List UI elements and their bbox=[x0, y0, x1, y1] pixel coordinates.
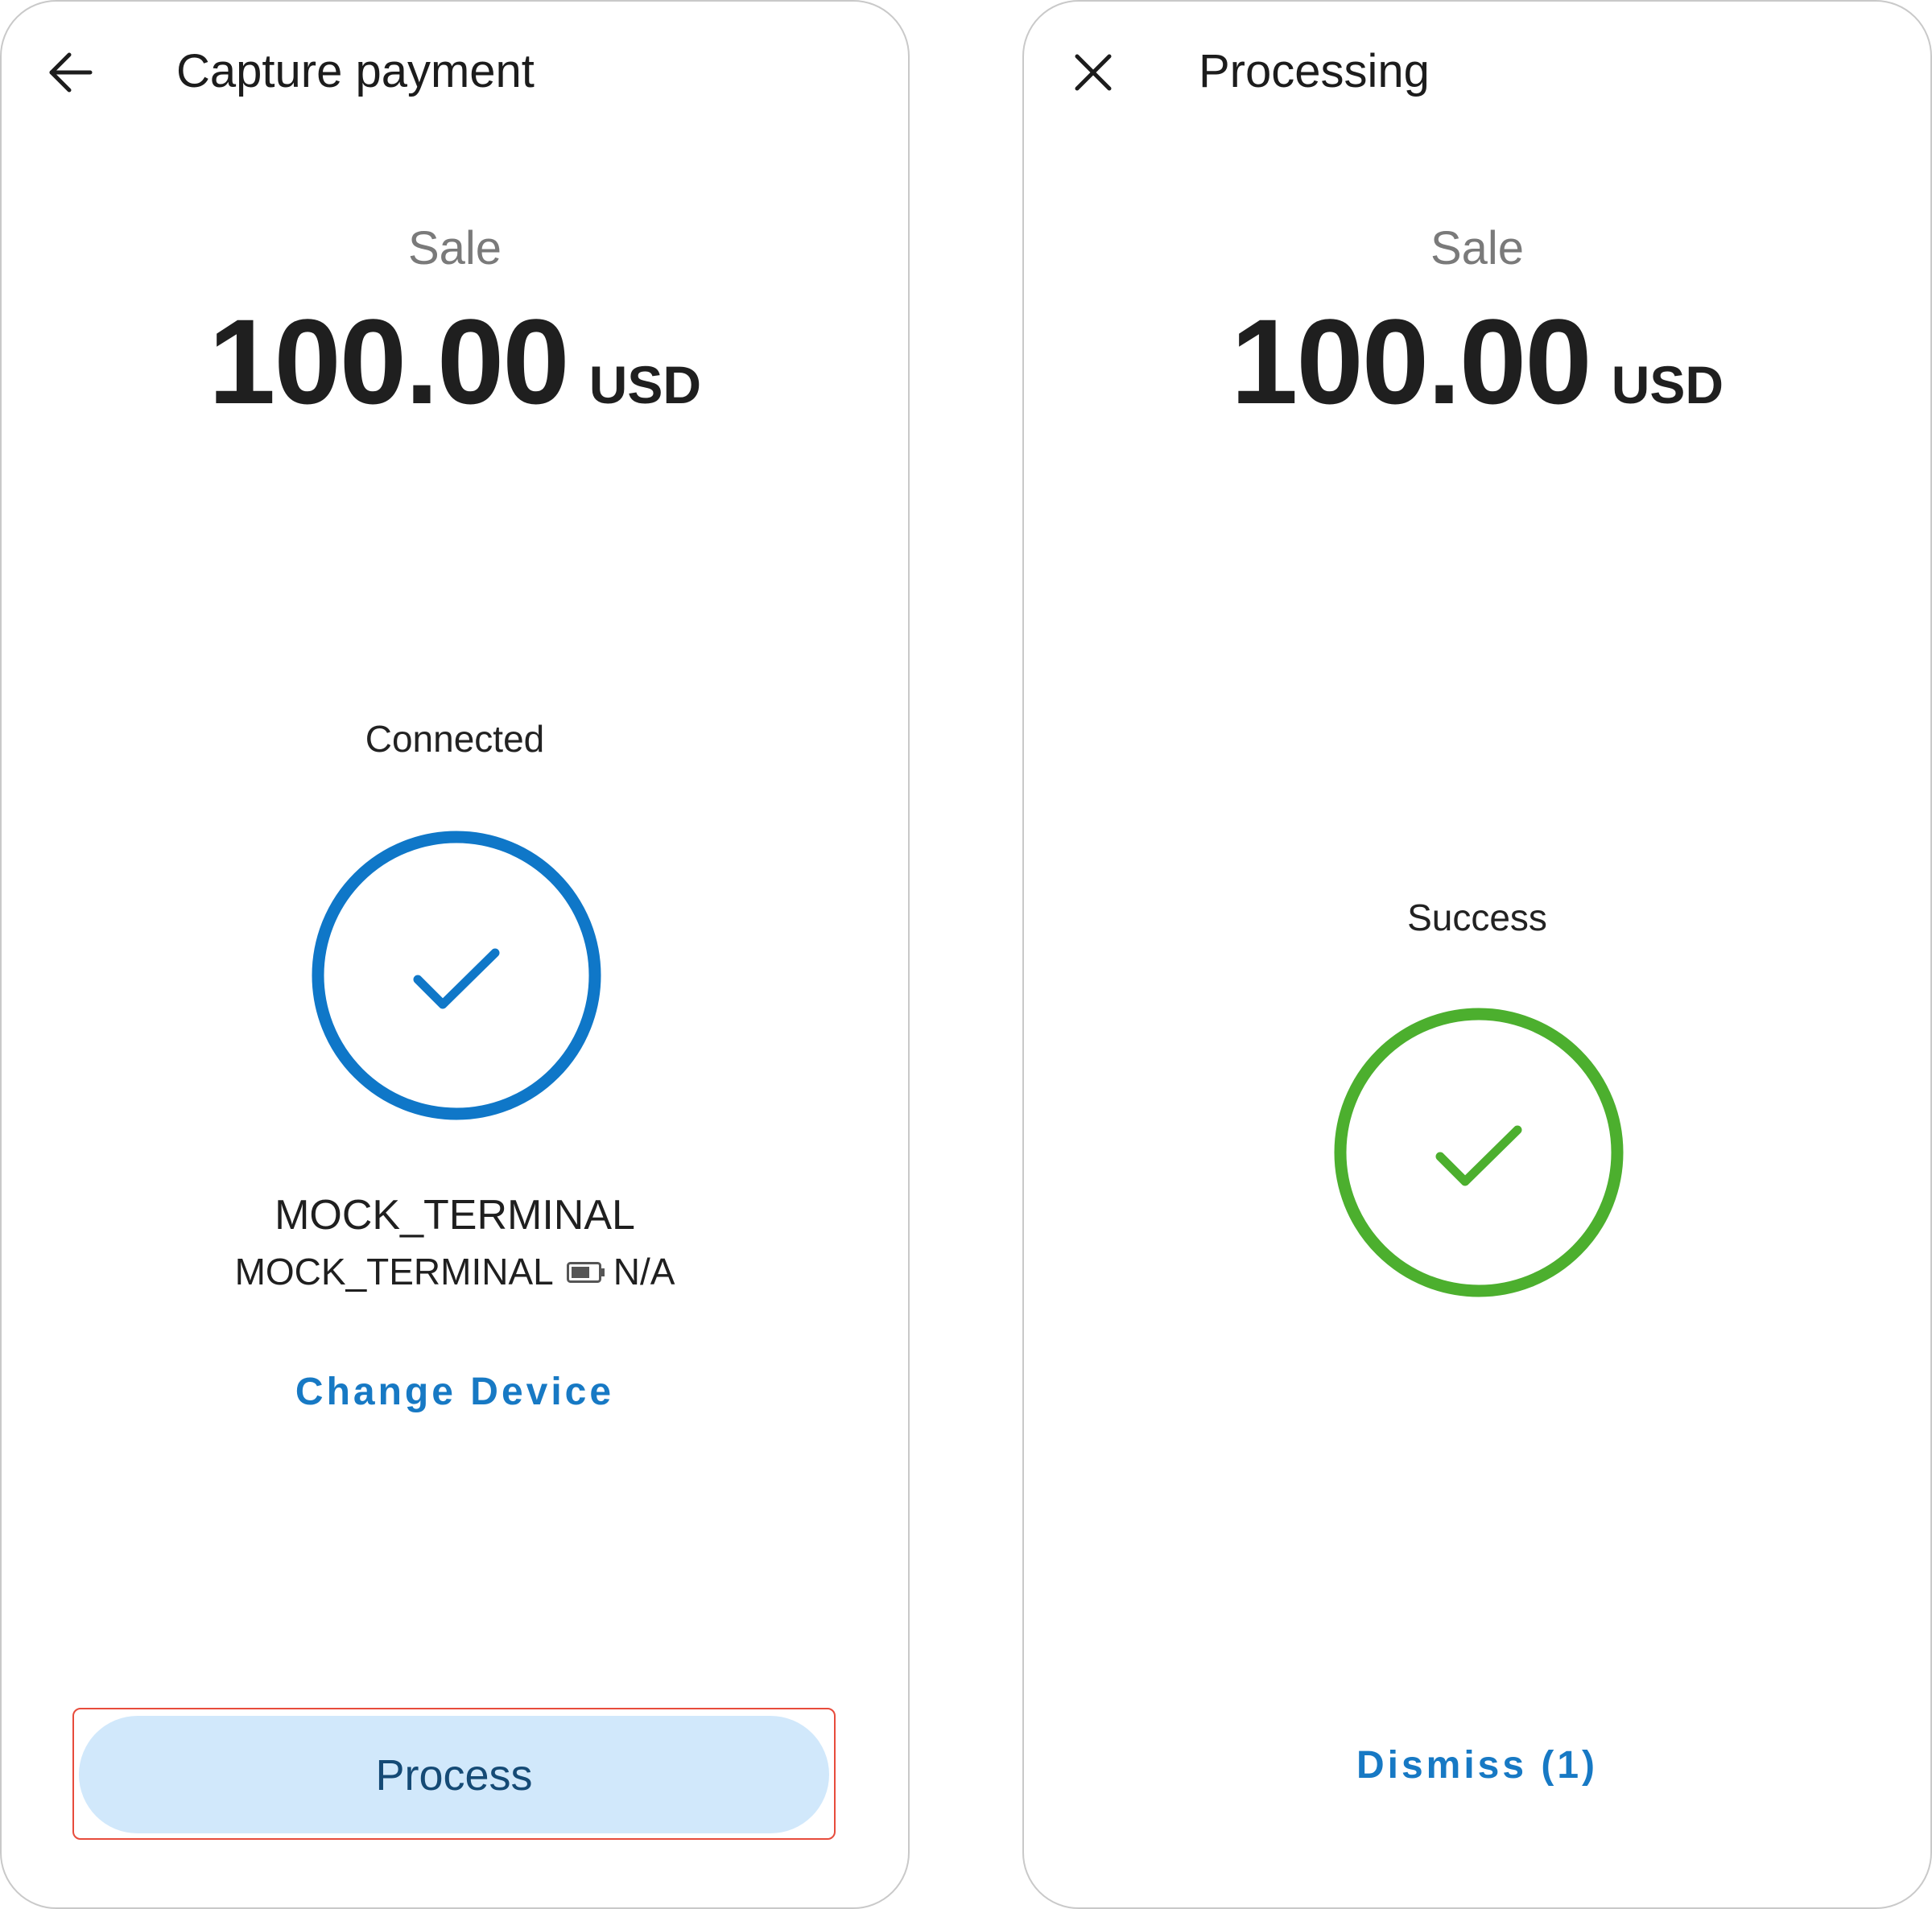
processing-screen: Processing Sale 100.00 USD Success Dismis… bbox=[1022, 0, 1932, 1909]
amount-currency: USD bbox=[1611, 355, 1724, 414]
amount-currency: USD bbox=[588, 355, 702, 414]
page-title: Processing bbox=[1199, 45, 1430, 97]
amount-value: 100.00 bbox=[1230, 294, 1592, 429]
device-detail: MOCK_TERMINAL N/A bbox=[2, 1249, 908, 1294]
page-title: Capture payment bbox=[176, 45, 535, 97]
processing-status: Success bbox=[1407, 897, 1547, 938]
battery-level: N/A bbox=[613, 1251, 675, 1293]
capture-payment-screen: Capture payment Sale 100.00 USD Connected… bbox=[0, 0, 910, 1909]
check-circle-icon bbox=[312, 831, 601, 1120]
transaction-type: Sale bbox=[407, 222, 502, 274]
amount-display: 100.00 USD bbox=[1024, 301, 1930, 460]
arrow-left-icon[interactable] bbox=[45, 47, 97, 98]
close-icon[interactable] bbox=[1067, 47, 1119, 98]
process-button[interactable]: Process bbox=[79, 1716, 829, 1833]
transaction-type: Sale bbox=[1430, 222, 1525, 274]
device-name: MOCK_TERMINAL bbox=[275, 1192, 635, 1239]
amount-value: 100.00 bbox=[208, 294, 570, 429]
check-circle-icon bbox=[1334, 1008, 1624, 1297]
change-device-link[interactable]: Change Device bbox=[2, 1368, 908, 1416]
device-model: MOCK_TERMINAL bbox=[234, 1251, 554, 1293]
amount-display: 100.00 USD bbox=[2, 301, 908, 460]
connection-status: Connected bbox=[365, 718, 545, 760]
battery-icon bbox=[566, 1261, 605, 1283]
dismiss-button[interactable]: Dismiss (1) bbox=[1024, 1742, 1930, 1790]
